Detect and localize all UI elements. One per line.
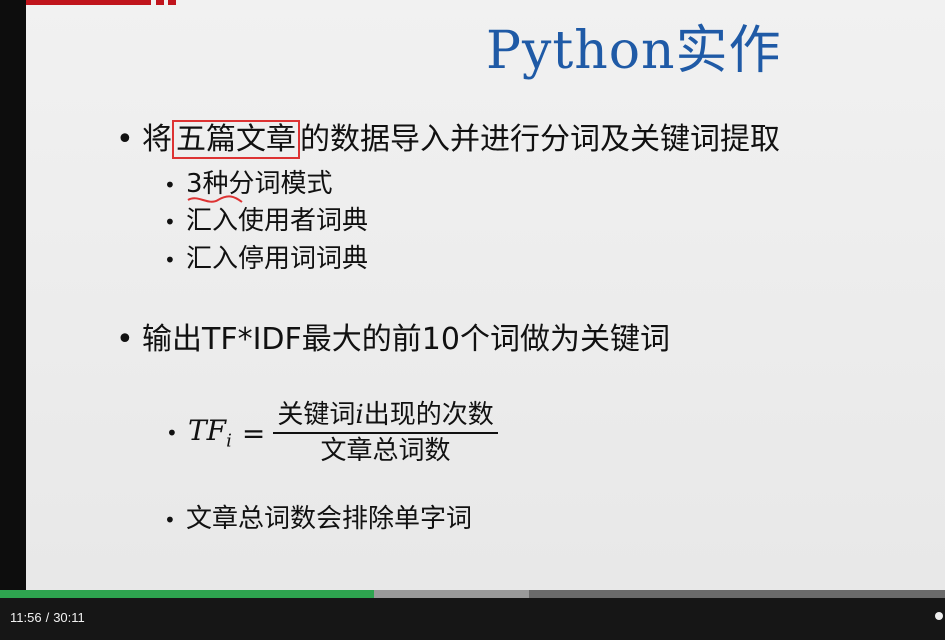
formula-equals: = (241, 416, 266, 450)
bullet-text: 输出TF*IDF最大的前10个词做为关键词 (142, 322, 670, 357)
subitem-label: 汇入停用词词典 (186, 244, 369, 274)
sub-bullet-dot: • (164, 507, 176, 532)
slide-top-accent-3 (168, 0, 176, 5)
subitem-stopword-dictionary: • 汇入停用词词典 (164, 243, 368, 276)
highlighted-phrase: 五篇文章 (172, 120, 300, 159)
note-label: 文章总词数会排除单字词 (186, 504, 473, 534)
slide-top-accent (26, 0, 151, 5)
subitem-user-dictionary: • 汇入使用者词典 (164, 205, 368, 238)
progress-buffered (374, 590, 529, 598)
bullet-dot: • (116, 322, 134, 357)
slide-title: Python实作 (486, 21, 782, 81)
slide-top-accent-2 (156, 0, 164, 5)
presentation-slide: Python实作 • 将五篇文章 的数据导入并进行分词及关键词提取 • 3种分词模式 … (26, 0, 945, 590)
bullet-import-articles: • 将五篇文章 的数据导入并进行分词及关键词提取 (116, 120, 780, 159)
bullet-text-prefix: 将 (142, 122, 172, 157)
progress-played (0, 590, 374, 598)
bullet-output-keywords: • 输出TF*IDF最大的前10个词做为关键词 (116, 322, 670, 358)
formula-subscript: i (226, 430, 232, 452)
video-control-bar: 11:56/30:11 (0, 598, 945, 640)
bullet-dot: • (116, 122, 134, 157)
settings-dot-icon[interactable] (935, 612, 943, 620)
time-separator: / (45, 610, 50, 625)
note-exclude-single-char: • 文章总词数会排除单字词 (164, 503, 472, 536)
sub-bullet-dot: • (164, 172, 176, 197)
current-time: 11:56 (10, 610, 42, 625)
tf-formula: • TFi = 关键词i出现的次数 文章总词数 (166, 396, 498, 470)
formula-denominator: 文章总词数 (320, 436, 451, 466)
sub-bullet-dot: • (164, 209, 176, 234)
sub-bullet-dot: • (164, 247, 176, 272)
sub-bullet-dot: • (166, 421, 178, 445)
time-display: 11:56/30:11 (10, 610, 85, 625)
video-progress-bar[interactable] (0, 590, 945, 598)
left-black-margin (0, 0, 26, 590)
subitem-label: 汇入使用者词典 (186, 206, 369, 236)
bullet-text-suffix: 的数据导入并进行分词及关键词提取 (300, 122, 780, 157)
formula-fraction: 关键词i出现的次数 文章总词数 (273, 398, 498, 468)
formula-numerator: 关键词i出现的次数 (277, 400, 494, 430)
formula-lhs: TFi (188, 414, 232, 452)
total-duration: 30:11 (53, 610, 85, 625)
